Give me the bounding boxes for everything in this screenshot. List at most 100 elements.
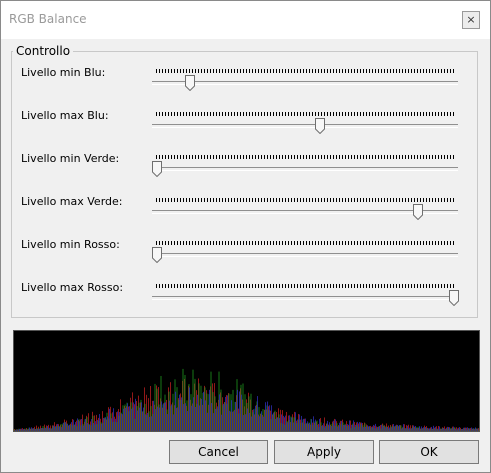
histogram-bar: [367, 425, 368, 431]
histogram-bar: [117, 411, 118, 431]
histogram-bar: [465, 427, 466, 431]
histogram-bar: [55, 426, 56, 431]
histogram-bar: [133, 402, 134, 431]
histogram-bar: [439, 426, 440, 431]
histogram-bar: [61, 427, 62, 431]
histogram-bar: [137, 410, 138, 431]
histogram-bar: [251, 416, 252, 431]
histogram-bar: [69, 424, 70, 431]
slider-thumb-min-green[interactable]: [152, 161, 162, 177]
slider-thumb-min-red[interactable]: [152, 247, 162, 263]
cancel-button[interactable]: Cancel: [169, 440, 268, 464]
histogram-bar: [105, 417, 106, 431]
histogram-bar: [121, 413, 122, 431]
track-min-red[interactable]: [152, 253, 458, 257]
track-max-blue[interactable]: [152, 124, 458, 128]
histogram-bar: [303, 418, 304, 431]
histogram-bar: [271, 405, 272, 431]
track-min-green[interactable]: [152, 167, 458, 171]
histogram-bar: [467, 427, 468, 431]
histogram-bar: [67, 423, 68, 431]
histogram-bar: [173, 414, 174, 431]
histogram-bar: [193, 397, 194, 431]
histogram-bar: [275, 418, 276, 431]
histogram-bar: [235, 401, 236, 431]
histogram-bar: [403, 424, 404, 431]
slider-thumb-min-blue[interactable]: [184, 75, 195, 91]
histogram-bar: [215, 408, 216, 431]
histogram-bar: [261, 411, 262, 431]
histogram-bar: [131, 408, 132, 431]
histogram-bar: [327, 420, 328, 431]
histogram-bar: [387, 426, 388, 431]
window-title: RGB Balance: [9, 12, 87, 26]
histogram-bar: [463, 427, 464, 431]
histogram-bar: [371, 426, 372, 431]
ok-button[interactable]: OK: [379, 440, 479, 464]
label-max-blue: Livello max Blu:: [21, 109, 109, 122]
histogram-bar: [231, 400, 232, 431]
histogram-bar: [255, 405, 256, 431]
histogram-bar: [103, 417, 104, 431]
apply-button[interactable]: Apply: [274, 440, 374, 464]
ticks-max-red: [156, 284, 456, 288]
track-min-blue[interactable]: [152, 81, 458, 85]
histogram-bar: [385, 427, 386, 431]
histogram-bar: [19, 429, 20, 431]
histogram-bar: [415, 425, 416, 431]
histogram-bar: [417, 428, 418, 431]
histogram-bar: [199, 405, 200, 431]
histogram-bar: [227, 395, 228, 431]
close-icon[interactable]: ×: [462, 11, 480, 29]
histogram-bar: [91, 419, 92, 431]
histogram-bar: [209, 389, 210, 431]
histogram-bar: [187, 411, 188, 431]
histogram-bar: [411, 428, 412, 431]
title-bar[interactable]: RGB Balance ×: [1, 1, 490, 39]
track-max-green[interactable]: [152, 210, 458, 214]
histogram-bar: [319, 418, 320, 431]
histogram-bar: [287, 422, 288, 431]
histogram-bar: [381, 424, 382, 431]
histogram-bar: [135, 398, 136, 431]
histogram-bar: [219, 394, 220, 431]
histogram-bar: [191, 405, 192, 431]
histogram-bar: [183, 404, 184, 431]
histogram-bar: [341, 420, 342, 431]
histogram-bar: [461, 429, 462, 431]
histogram-bar: [73, 419, 74, 431]
histogram-bar: [377, 426, 378, 431]
histogram-bar: [359, 422, 360, 431]
slider-thumb-max-green[interactable]: [413, 204, 424, 220]
histogram-bar: [401, 428, 402, 431]
histogram-bar: [161, 401, 162, 431]
histogram-bar: [435, 426, 436, 431]
track-max-red[interactable]: [152, 296, 458, 300]
histogram-bar: [289, 415, 290, 431]
histogram-bar: [15, 430, 16, 431]
histogram-bar: [95, 421, 96, 431]
histogram-bar: [71, 422, 72, 431]
slider-thumb-max-red[interactable]: [449, 290, 459, 306]
histogram-bar: [171, 404, 172, 431]
histogram-bar: [223, 403, 224, 431]
histogram-bar: [31, 427, 32, 431]
histogram-bar: [37, 428, 38, 431]
histogram-bar: [89, 424, 90, 431]
label-max-green: Livello max Verde:: [21, 195, 123, 208]
histogram-bar: [269, 405, 270, 431]
rgb-balance-dialog: RGB Balance × Controllo Livello min Blu:…: [0, 0, 491, 473]
histogram-bar: [429, 428, 430, 431]
histogram-bar: [147, 412, 148, 431]
histogram-bar: [397, 424, 398, 431]
histogram-bar: [127, 403, 128, 431]
histogram-bar: [475, 427, 476, 431]
histogram-bar: [35, 428, 36, 431]
histogram-bar: [181, 397, 182, 431]
histogram-bar: [77, 418, 78, 431]
histogram-bar: [207, 412, 208, 431]
histogram-bar: [149, 416, 150, 431]
histogram-bar: [189, 387, 190, 431]
slider-thumb-max-blue[interactable]: [315, 118, 326, 134]
histogram-bar: [347, 424, 348, 431]
